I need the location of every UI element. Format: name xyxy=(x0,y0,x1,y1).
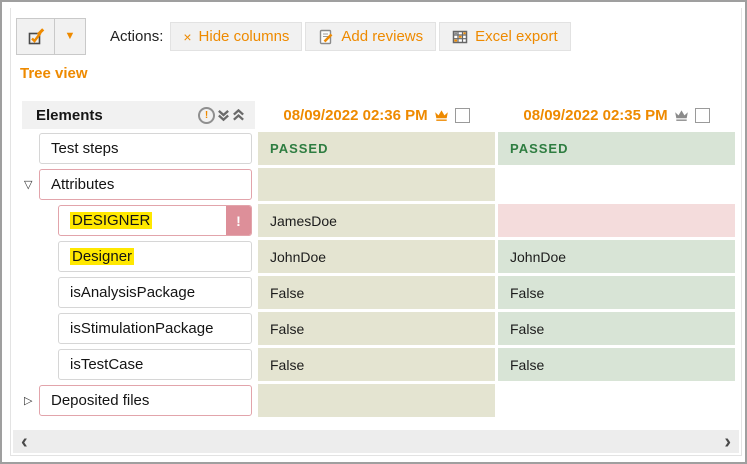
revision-checkbox[interactable] xyxy=(455,108,470,123)
comparison-table: Elements ! 08/09/2022 02:36 PM xyxy=(22,101,735,420)
exclamation-circle-icon[interactable]: ! xyxy=(198,107,215,124)
element-box[interactable]: DESIGNER! xyxy=(58,205,252,236)
revision-cell xyxy=(258,168,495,201)
warning-badge: ! xyxy=(226,206,251,235)
element-label: isTestCase xyxy=(70,356,143,373)
expand-all-icon[interactable] xyxy=(232,109,245,122)
header-icons: ! xyxy=(198,107,245,124)
element-tree-cell: Test steps xyxy=(22,132,255,165)
table-row: ▷ Deposited files xyxy=(22,384,735,420)
revision-cell: False xyxy=(498,348,735,381)
element-tree-cell: ▷ Deposited files xyxy=(22,384,255,417)
revision-cell: False xyxy=(498,276,735,309)
element-box[interactable]: Designer xyxy=(58,241,252,272)
collapse-toggle-icon[interactable]: ▽ xyxy=(24,178,39,191)
element-box[interactable]: isStimulationPackage xyxy=(58,313,252,344)
caret-down-icon: ▼ xyxy=(65,31,76,42)
scroll-left-icon[interactable]: ‹ xyxy=(21,432,28,452)
element-tree-cell: isTestCase xyxy=(22,348,255,381)
element-box[interactable]: Test steps xyxy=(39,133,252,164)
element-label: DESIGNER xyxy=(70,212,152,229)
excel-export-label: Excel export xyxy=(475,28,558,45)
note-pencil-icon xyxy=(318,29,334,45)
scroll-right-icon[interactable]: › xyxy=(724,432,731,452)
revision-cell: PASSED xyxy=(258,132,495,165)
collapse-all-icon[interactable] xyxy=(217,109,230,122)
revision-column-header-1: 08/09/2022 02:36 PM xyxy=(258,101,495,129)
table-row: isStimulationPackage FalseFalse xyxy=(22,312,735,348)
element-tree-cell: ▽ Attributes xyxy=(22,168,255,201)
table-row: isAnalysisPackage FalseFalse xyxy=(22,276,735,312)
review-button[interactable] xyxy=(16,18,55,55)
spreadsheet-icon xyxy=(452,29,468,45)
revision-cell: False xyxy=(258,348,495,381)
element-box[interactable]: Attributes xyxy=(39,169,252,200)
element-box[interactable]: Deposited files xyxy=(39,385,252,416)
hide-columns-label: Hide columns xyxy=(199,28,290,45)
element-box[interactable]: isTestCase xyxy=(58,349,252,380)
element-label: Attributes xyxy=(51,176,114,193)
element-label: Deposited files xyxy=(51,392,149,409)
element-label: isStimulationPackage xyxy=(70,320,213,337)
table-row: Test steps PASSEDPASSED xyxy=(22,132,735,168)
hide-columns-button[interactable]: × Hide columns xyxy=(170,22,302,51)
revision-column-header-2: 08/09/2022 02:35 PM xyxy=(498,101,735,129)
horizontal-scrollbar[interactable]: ‹ › xyxy=(13,430,739,453)
expand-toggle-icon[interactable]: ▷ xyxy=(24,394,39,407)
table-header: Elements ! 08/09/2022 02:36 PM xyxy=(22,101,735,129)
elements-column-header: Elements ! xyxy=(22,101,255,129)
element-tree-cell: isAnalysisPackage xyxy=(22,276,255,309)
review-widget: ▼ Actions: × Hide columns Add reviews xyxy=(0,0,747,464)
review-dropdown-button[interactable]: ▼ xyxy=(55,18,86,55)
add-reviews-button[interactable]: Add reviews xyxy=(305,22,436,51)
add-reviews-label: Add reviews xyxy=(341,28,423,45)
revision-cell: JohnDoe xyxy=(258,240,495,273)
elements-header-label: Elements xyxy=(36,107,103,124)
crown-icon xyxy=(434,109,449,122)
revision-title: 08/09/2022 02:35 PM xyxy=(523,107,667,124)
table-row: Designer JohnDoeJohnDoe xyxy=(22,240,735,276)
element-box[interactable]: isAnalysisPackage xyxy=(58,277,252,308)
excel-export-button[interactable]: Excel export xyxy=(439,22,571,51)
revision-checkbox[interactable] xyxy=(695,108,710,123)
revision-cell xyxy=(498,168,735,201)
revision-cell xyxy=(258,384,495,417)
revision-cell xyxy=(498,384,735,417)
revision-cell: False xyxy=(258,312,495,345)
element-tree-cell: DESIGNER! xyxy=(22,204,255,237)
crown-icon xyxy=(674,109,689,122)
revision-cell: JohnDoe xyxy=(498,240,735,273)
element-label: Designer xyxy=(70,248,134,265)
element-label: Test steps xyxy=(51,140,119,157)
toolbar: ▼ Actions: × Hide columns Add reviews xyxy=(16,18,574,55)
revision-cell: False xyxy=(498,312,735,345)
revision-title: 08/09/2022 02:36 PM xyxy=(283,107,427,124)
checkbox-pencil-icon xyxy=(27,28,45,46)
close-icon: × xyxy=(183,30,191,44)
revision-cell: PASSED xyxy=(498,132,735,165)
revision-cell: JamesDoe xyxy=(258,204,495,237)
table-body: Test steps PASSEDPASSED ▽ Attributes DESIGNE… xyxy=(22,132,735,420)
revision-cell: False xyxy=(258,276,495,309)
table-row: DESIGNER!JamesDoe xyxy=(22,204,735,240)
table-row: isTestCase FalseFalse xyxy=(22,348,735,384)
element-label: isAnalysisPackage xyxy=(70,284,195,301)
revision-cell xyxy=(498,204,735,237)
actions-label: Actions: xyxy=(110,28,163,45)
table-row: ▽ Attributes xyxy=(22,168,735,204)
element-tree-cell: Designer xyxy=(22,240,255,273)
element-tree-cell: isStimulationPackage xyxy=(22,312,255,345)
tree-view-link[interactable]: Tree view xyxy=(20,65,88,82)
